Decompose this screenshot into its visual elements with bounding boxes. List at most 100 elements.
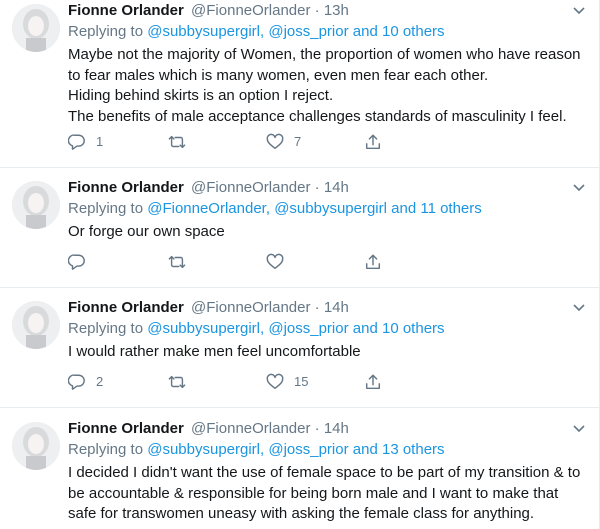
retweet-icon bbox=[168, 375, 186, 389]
user-handle[interactable]: @FionneOrlander bbox=[191, 179, 310, 196]
tweet-actions bbox=[68, 252, 408, 272]
chevron-down-icon[interactable] bbox=[572, 183, 586, 193]
reply-icon bbox=[68, 134, 85, 150]
share-button[interactable] bbox=[364, 132, 382, 152]
separator-dot: · bbox=[314, 420, 320, 437]
timestamp[interactable]: 14h bbox=[324, 179, 349, 196]
others-joiner[interactable]: and bbox=[353, 23, 378, 40]
tweet-text-line: to fear males which is many women, even … bbox=[68, 66, 489, 84]
retweet-button[interactable] bbox=[168, 132, 196, 152]
replying-to: Replying to @FionneOrlander, @subbysuper… bbox=[68, 199, 482, 219]
display-name[interactable]: Fionne Orlander bbox=[68, 2, 184, 19]
others-joiner[interactable]: and bbox=[353, 320, 378, 337]
like-count: 15 bbox=[294, 374, 309, 389]
tweet-text-line: I decided I didn't want the use of femal… bbox=[68, 464, 581, 481]
retweet-button[interactable] bbox=[168, 252, 196, 272]
user-handle[interactable]: @FionneOrlander bbox=[191, 420, 310, 437]
mention-link[interactable]: @FionneOrlander, bbox=[147, 200, 270, 217]
profile-photo-icon bbox=[12, 301, 60, 349]
tweet-text-line: be accountable & responsible for being b… bbox=[68, 484, 559, 502]
tweet[interactable]: Fionne Orlander @FionneOrlander · 13h Re… bbox=[0, 0, 600, 168]
reply-icon bbox=[68, 374, 85, 390]
others-joiner[interactable]: and bbox=[353, 441, 378, 458]
retweet-icon bbox=[168, 255, 186, 269]
separator-dot: · bbox=[314, 299, 320, 316]
tweet-text: Or forge our own space bbox=[68, 222, 593, 243]
mention-link[interactable]: @subbysupergirl, bbox=[147, 23, 264, 40]
reply-icon bbox=[68, 254, 85, 270]
tweet-text-line: Hiding behind skirts is an option I reje… bbox=[68, 87, 334, 104]
timestamp[interactable]: 14h bbox=[324, 420, 349, 437]
like-count: 7 bbox=[294, 134, 302, 149]
reply-button[interactable]: 2 bbox=[68, 372, 103, 392]
like-button[interactable]: 15 bbox=[266, 372, 308, 392]
tweet-text: I would rather make men feel uncomfortab… bbox=[68, 342, 593, 363]
mention-link[interactable]: @joss_prior bbox=[268, 23, 348, 40]
reply-button[interactable]: 1 bbox=[68, 132, 103, 152]
tweet-header: Fionne Orlander @FionneOrlander · 14h bbox=[68, 178, 349, 198]
mention-link[interactable]: @joss_prior bbox=[268, 320, 348, 337]
retweet-icon bbox=[168, 135, 186, 149]
mention-link[interactable]: @joss_prior bbox=[268, 441, 348, 458]
reply-button[interactable] bbox=[68, 252, 96, 272]
chevron-down-icon[interactable] bbox=[572, 303, 586, 313]
reply-count: 1 bbox=[96, 134, 104, 149]
tweet[interactable]: Fionne Orlander @FionneOrlander · 14h Re… bbox=[0, 418, 600, 529]
avatar[interactable] bbox=[12, 181, 60, 229]
user-handle[interactable]: @FionneOrlander bbox=[191, 299, 310, 316]
share-button[interactable] bbox=[364, 252, 382, 272]
tweet-text-line: Maybe not the majority of Women, the pro… bbox=[68, 46, 581, 63]
chevron-down-icon[interactable] bbox=[572, 424, 586, 434]
mention-link[interactable]: @subbysupergirl bbox=[274, 200, 387, 217]
others-link[interactable]: 10 others bbox=[382, 23, 445, 40]
share-button[interactable] bbox=[364, 372, 382, 392]
others-link[interactable]: 10 others bbox=[382, 320, 445, 337]
like-button[interactable] bbox=[266, 252, 294, 272]
profile-photo-icon bbox=[12, 4, 60, 52]
others-joiner[interactable]: and bbox=[391, 200, 416, 217]
share-icon bbox=[365, 254, 381, 270]
avatar[interactable] bbox=[12, 4, 60, 52]
heart-icon bbox=[266, 133, 284, 150]
timestamp[interactable]: 14h bbox=[324, 299, 349, 316]
separator-dot: · bbox=[314, 179, 320, 196]
tweet-header: Fionne Orlander @FionneOrlander · 13h bbox=[68, 1, 349, 21]
reply-count: 2 bbox=[96, 374, 104, 389]
heart-icon bbox=[266, 253, 284, 270]
profile-photo-icon bbox=[12, 422, 60, 470]
avatar[interactable] bbox=[12, 422, 60, 470]
others-link[interactable]: 13 others bbox=[382, 441, 445, 458]
tweet-text-line: safe for transwomen uneasy with asking t… bbox=[68, 505, 535, 522]
tweet-actions: 1 7 bbox=[68, 132, 408, 152]
avatar[interactable] bbox=[12, 301, 60, 349]
display-name[interactable]: Fionne Orlander bbox=[68, 299, 184, 316]
tweet-text: Maybe not the majority of Women, the pro… bbox=[68, 45, 593, 127]
tweet-text-line: I would rather make men feel uncomfortab… bbox=[68, 343, 361, 360]
separator-dot: · bbox=[314, 2, 320, 19]
mention-link[interactable]: @subbysupergirl, bbox=[147, 320, 264, 337]
replying-to: Replying to @subbysupergirl, @joss_prior… bbox=[68, 319, 445, 339]
timeline: Fionne Orlander @FionneOrlander · 13h Re… bbox=[0, 0, 600, 529]
retweet-button[interactable] bbox=[168, 372, 196, 392]
tweet-text: I decided I didn't want the use of femal… bbox=[68, 463, 593, 525]
user-handle[interactable]: @FionneOrlander bbox=[191, 2, 310, 19]
tweet-header: Fionne Orlander @FionneOrlander · 14h bbox=[68, 419, 349, 439]
tweet-text-line: The benefits of male acceptance challeng… bbox=[68, 107, 567, 125]
replying-prefix: Replying to bbox=[68, 320, 144, 337]
display-name[interactable]: Fionne Orlander bbox=[68, 179, 184, 196]
others-link[interactable]: 11 others bbox=[420, 200, 481, 217]
timestamp[interactable]: 13h bbox=[324, 2, 349, 19]
display-name[interactable]: Fionne Orlander bbox=[68, 420, 184, 437]
chevron-down-icon[interactable] bbox=[572, 6, 586, 16]
mention-link[interactable]: @subbysupergirl, bbox=[147, 441, 264, 458]
share-icon bbox=[365, 374, 381, 390]
like-button[interactable]: 7 bbox=[266, 132, 301, 152]
tweet-text-line: Or forge our own space bbox=[68, 223, 225, 240]
tweet-actions: 2 15 bbox=[68, 372, 408, 392]
replying-to: Replying to @subbysupergirl, @joss_prior… bbox=[68, 440, 445, 460]
replying-prefix: Replying to bbox=[68, 200, 144, 217]
replying-prefix: Replying to bbox=[68, 441, 144, 458]
tweet-header: Fionne Orlander @FionneOrlander · 14h bbox=[68, 298, 349, 318]
tweet[interactable]: Fionne Orlander @FionneOrlander · 14h Re… bbox=[0, 297, 600, 408]
tweet[interactable]: Fionne Orlander @FionneOrlander · 14h Re… bbox=[0, 177, 600, 288]
